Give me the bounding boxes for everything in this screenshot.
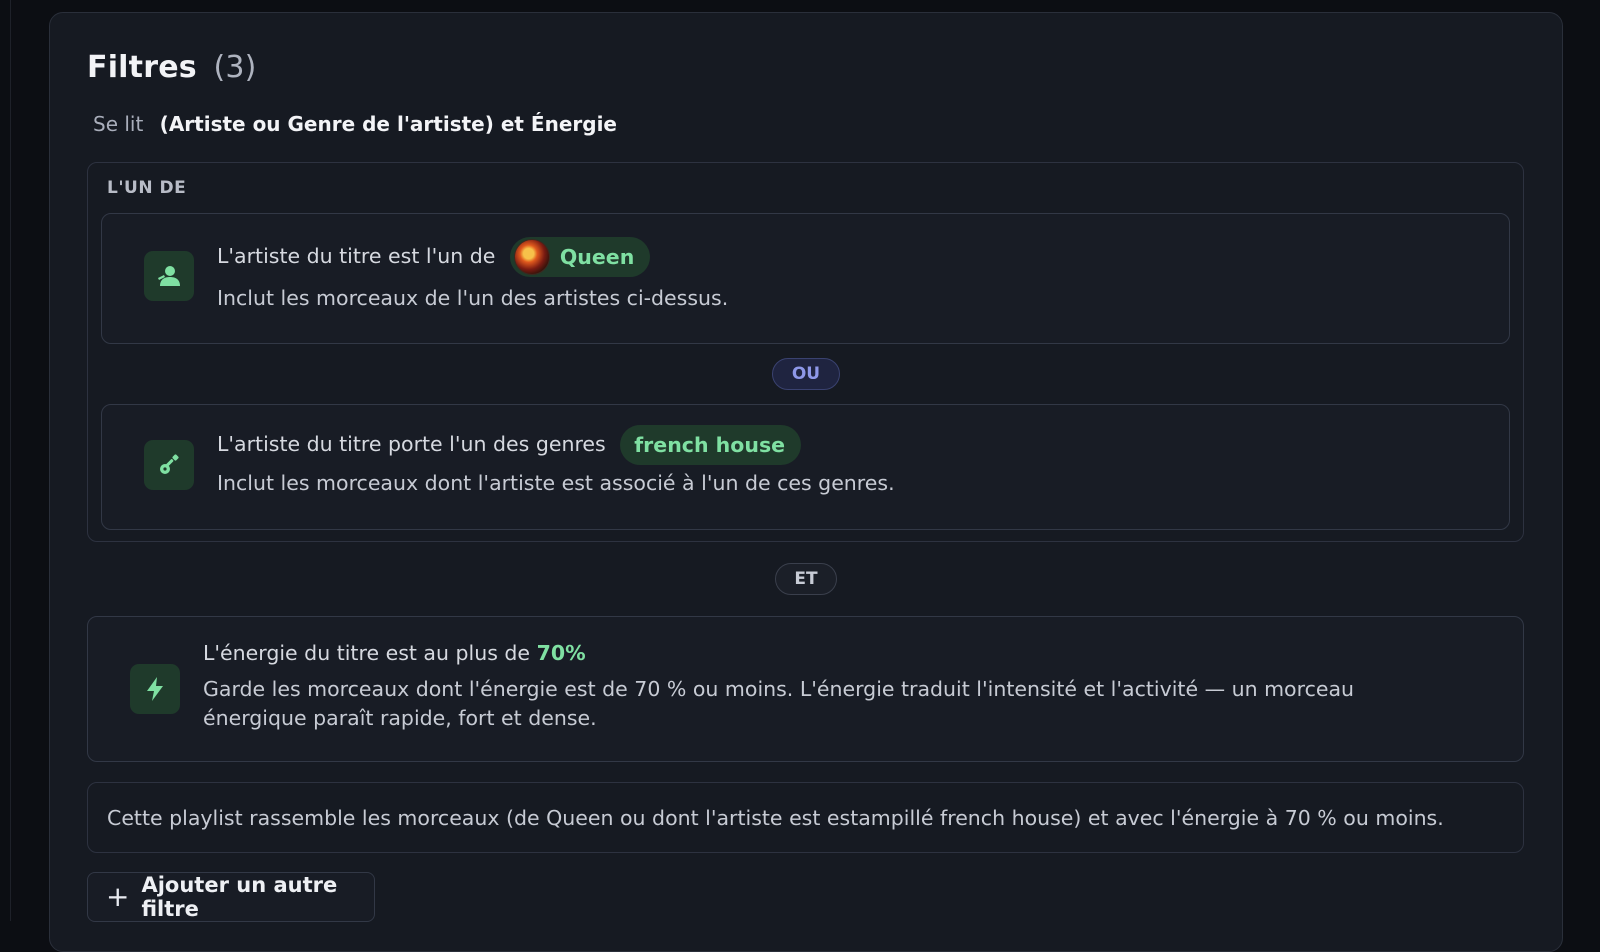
summary-text: Cette playlist rassemble les morceaux (d… [107,805,1444,830]
add-filter-button[interactable]: + Ajouter un autre filtre [87,872,375,922]
plus-icon: + [106,880,130,913]
filter-artist-condition: L'artiste du titre est l'un de [217,244,496,268]
lightning-icon [130,664,180,714]
filter-count: (3) [213,50,257,85]
guitar-icon [144,440,194,490]
filter-energy-description-line2: énergique paraît rapide, fort et dense. [203,706,597,730]
filter-artist[interactable]: L'artiste du titre est l'un de Queen Inc… [101,213,1510,344]
artist-icon [144,251,194,301]
reads-as: Se lit (Artiste ou Genre de l'artiste) e… [93,112,617,136]
chip-label: Queen [559,245,635,269]
filter-genre[interactable]: L'artiste du titre porte l'un des genres… [101,404,1510,530]
filter-genre-text: L'artiste du titre porte l'un des genres… [217,425,802,465]
page-title: Filtres (3) [87,50,257,85]
filter-energy-description-line1: Garde les morceaux dont l'énergie est de… [203,677,1355,701]
filter-genre-description: Inclut les morceaux dont l'artiste est a… [217,471,895,495]
avatar [513,239,550,275]
reads-expression: (Artiste ou Genre de l'artiste) et Énerg… [159,112,617,136]
filter-energy-text: L'énergie du titre est au plus de 70% [203,641,586,665]
energy-value[interactable]: 70% [537,641,586,665]
group-label: L'UN DE [107,178,187,198]
reads-label: Se lit [93,112,144,136]
left-rail-divider [10,0,11,921]
filter-energy[interactable]: L'énergie du titre est au plus de 70% Ga… [87,616,1524,762]
filter-energy-condition: L'énergie du titre est au plus de [203,641,531,665]
genre-chip-french-house[interactable]: french house [620,425,802,465]
and-connector: ET [775,563,837,595]
artist-chip-queen[interactable]: Queen [509,237,651,277]
filter-artist-text: L'artiste du titre est l'un de Queen [217,237,651,277]
add-filter-label: Ajouter un autre filtre [141,873,338,921]
or-connector: OU [772,358,840,390]
filter-genre-condition: L'artiste du titre porte l'un des genres [217,432,606,456]
filter-artist-description: Inclut les morceaux de l'un des artistes… [217,286,729,310]
playlist-summary: Cette playlist rassemble les morceaux (d… [87,782,1524,853]
title-text: Filtres [87,50,197,85]
